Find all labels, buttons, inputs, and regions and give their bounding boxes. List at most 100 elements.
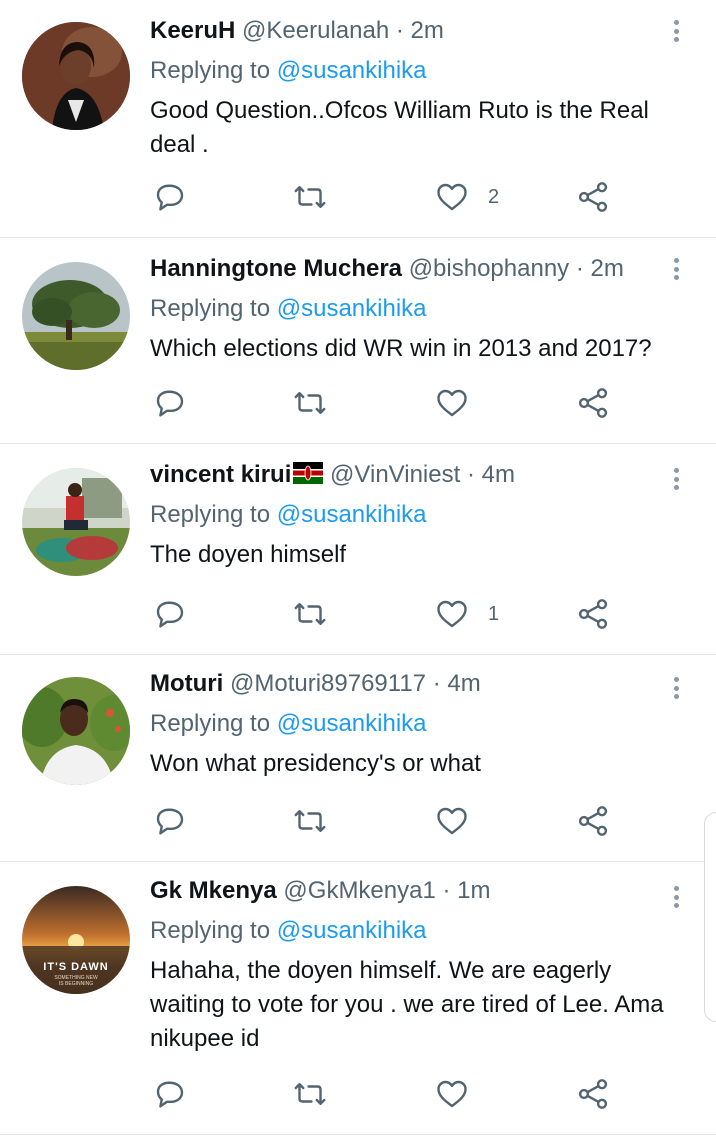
replying-to: Replying to @susankihika xyxy=(150,914,686,948)
mention-link[interactable]: @susankihika xyxy=(277,501,427,528)
author-handle[interactable]: @Moturi89769117 xyxy=(230,670,426,697)
author-name[interactable]: vincent kirui xyxy=(150,461,291,488)
replying-to-label: Replying to xyxy=(150,57,271,84)
timestamp[interactable]: 4m xyxy=(482,461,515,488)
avatar-image xyxy=(22,22,130,130)
author-handle[interactable]: @bishophanny xyxy=(409,255,569,282)
retweet-button[interactable] xyxy=(292,801,328,841)
replying-to: Replying to @susankihika xyxy=(150,707,686,741)
tweet[interactable]: vincent kirui @VinViniest · 4m Replying … xyxy=(0,444,716,655)
replying-to-label: Replying to xyxy=(150,917,271,944)
separator-dot: · xyxy=(395,17,404,44)
svg-text:IS BEGINNING: IS BEGINNING xyxy=(59,981,93,987)
speech-bubble-icon xyxy=(156,390,184,417)
retweet-button[interactable] xyxy=(292,1074,328,1114)
retweet-button[interactable] xyxy=(292,383,328,423)
heart-icon xyxy=(437,183,467,211)
like-button[interactable] xyxy=(434,801,470,841)
author-handle[interactable]: @VinViniest xyxy=(330,461,460,488)
mention-link[interactable]: @susankihika xyxy=(277,295,427,322)
action-bar xyxy=(150,1074,716,1114)
tweet-text-line: Which elections did WR win in 2013 and 2… xyxy=(150,335,652,362)
heart-icon xyxy=(437,1080,467,1108)
tweet[interactable]: IT'S DAWN SOMETHING NEW IS BEGINNING Gk … xyxy=(0,862,716,1135)
retweet-icon xyxy=(294,392,326,414)
speech-bubble-icon xyxy=(156,808,184,835)
separator-dot: · xyxy=(575,255,584,282)
author-name[interactable]: KeeruH xyxy=(150,17,235,44)
action-bar xyxy=(150,801,716,841)
more-vertical-icon[interactable] xyxy=(666,16,686,46)
action-bar xyxy=(150,383,716,423)
avatar-image: IT'S DAWN SOMETHING NEW IS BEGINNING xyxy=(22,886,130,994)
share-icon xyxy=(578,599,608,629)
share-button[interactable] xyxy=(575,1074,611,1114)
tweet-text: Which elections did WR win in 2013 and 2… xyxy=(150,332,686,366)
more-vertical-icon[interactable] xyxy=(666,254,686,284)
replying-to: Replying to @susankihika xyxy=(150,54,686,88)
replying-to: Replying to @susankihika xyxy=(150,292,686,326)
like-button[interactable] xyxy=(434,383,470,423)
speech-bubble-icon xyxy=(156,601,184,628)
tweet-text-line: nikupee id xyxy=(150,1025,260,1052)
avatar[interactable] xyxy=(22,677,130,785)
replying-to: Replying to @susankihika xyxy=(150,498,686,532)
speech-bubble-icon xyxy=(156,1081,184,1108)
avatar-image xyxy=(22,677,130,785)
share-button[interactable] xyxy=(575,801,611,841)
tweet-text-line: waiting to vote for you . we are tired o… xyxy=(150,991,664,1018)
share-button[interactable] xyxy=(575,594,611,634)
timestamp[interactable]: 2m xyxy=(411,17,444,44)
like-button[interactable]: 2 xyxy=(434,177,499,217)
like-button[interactable] xyxy=(434,1074,470,1114)
more-vertical-icon[interactable] xyxy=(666,464,686,494)
retweet-button[interactable] xyxy=(292,177,328,217)
tweet-text-line: The doyen himself xyxy=(150,541,347,568)
share-icon xyxy=(578,1079,608,1109)
retweet-icon xyxy=(294,603,326,625)
more-vertical-icon[interactable] xyxy=(666,673,686,703)
action-bar: 2 xyxy=(150,177,716,217)
tweet-text-line: Won what presidency's or what xyxy=(150,750,481,777)
share-button[interactable] xyxy=(575,383,611,423)
timestamp[interactable]: 4m xyxy=(447,670,480,697)
speech-bubble-icon xyxy=(156,184,184,211)
share-button[interactable] xyxy=(575,177,611,217)
tweet[interactable]: KeeruH @Keerulanah · 2m Replying to @sus… xyxy=(0,0,716,238)
avatar[interactable] xyxy=(22,262,130,370)
share-icon xyxy=(578,806,608,836)
reply-button[interactable] xyxy=(152,177,188,217)
avatar[interactable] xyxy=(22,22,130,130)
mention-link[interactable]: @susankihika xyxy=(277,57,427,84)
timestamp[interactable]: 2m xyxy=(591,255,624,282)
author-handle[interactable]: @GkMkenya1 xyxy=(283,877,435,904)
avatar[interactable] xyxy=(22,468,130,576)
author-handle[interactable]: @Keerulanah xyxy=(242,17,389,44)
tweet-text: Won what presidency's or what xyxy=(150,747,686,781)
retweet-icon xyxy=(294,1083,326,1105)
reply-button[interactable] xyxy=(152,383,188,423)
separator-dot: · xyxy=(466,461,475,488)
tweet-text: The doyen himself xyxy=(150,538,686,572)
tweet-text-line: Good Question..Ofcos William Ruto is the… xyxy=(150,97,649,124)
reply-button[interactable] xyxy=(152,1074,188,1114)
mention-link[interactable]: @susankihika xyxy=(277,917,427,944)
avatar-image xyxy=(22,262,130,370)
like-button[interactable]: 1 xyxy=(434,594,499,634)
tweet-text: Good Question..Ofcos William Ruto is the… xyxy=(150,94,686,162)
timestamp[interactable]: 1m xyxy=(457,877,490,904)
tweet[interactable]: Hanningtone Muchera @bishophanny · 2m Re… xyxy=(0,238,716,444)
tweet[interactable]: Moturi @Moturi89769117 · 4m Replying to … xyxy=(0,655,716,862)
more-vertical-icon[interactable] xyxy=(666,882,686,912)
reply-button[interactable] xyxy=(152,801,188,841)
mention-link[interactable]: @susankihika xyxy=(277,710,427,737)
like-count: 2 xyxy=(488,185,500,208)
author-name[interactable]: Gk Mkenya xyxy=(150,877,277,904)
scroll-handle[interactable] xyxy=(704,812,716,1022)
author-name[interactable]: Moturi xyxy=(150,670,223,697)
action-bar: 1 xyxy=(150,594,716,634)
author-name[interactable]: Hanningtone Muchera xyxy=(150,255,402,282)
avatar[interactable]: IT'S DAWN SOMETHING NEW IS BEGINNING xyxy=(22,886,130,994)
reply-button[interactable] xyxy=(152,594,188,634)
retweet-button[interactable] xyxy=(292,594,328,634)
